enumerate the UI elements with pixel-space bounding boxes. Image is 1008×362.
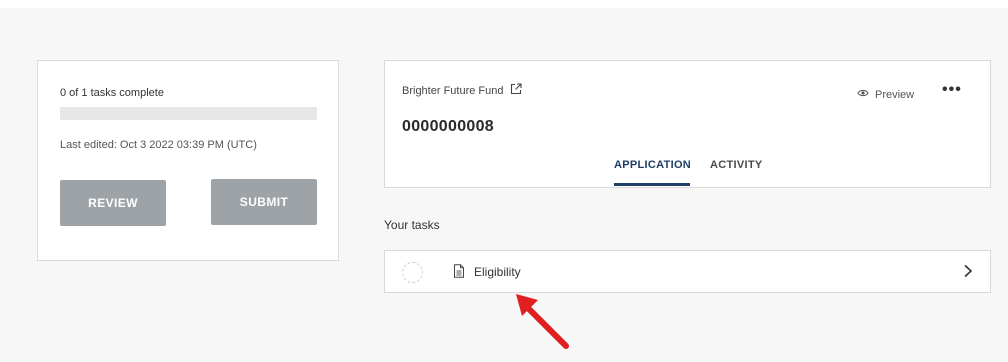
task-label: Eligibility [474,265,521,279]
eye-icon [857,88,869,101]
tasks-complete-text: 0 of 1 tasks complete [60,87,164,99]
task-summary-card: 0 of 1 tasks complete Last edited: Oct 3… [37,60,339,261]
preview-label: Preview [875,88,915,101]
annotation-arrow-icon [508,290,572,357]
last-edited-text: Last edited: Oct 3 2022 03:39 PM (UTC) [60,139,257,151]
fund-name-link[interactable]: Brighter Future Fund [402,83,522,98]
task-status-icon [402,262,423,283]
task-row-eligibility[interactable]: Eligibility [384,250,991,293]
tab-application[interactable]: APPLICATION [614,159,691,171]
fund-name-label: Brighter Future Fund [402,84,504,97]
active-tab-indicator [614,183,690,186]
top-strip [0,0,1008,8]
application-header-card: Brighter Future Fund 0000000008 Preview … [384,60,991,188]
review-button[interactable]: REVIEW [60,180,166,226]
submit-button[interactable]: SUBMIT [211,179,317,225]
chevron-right-icon [963,264,973,283]
progress-bar [60,107,317,120]
document-icon [453,264,465,283]
external-link-icon [510,83,522,98]
your-tasks-heading: Your tasks [384,218,440,232]
tab-activity[interactable]: ACTIVITY [710,159,763,171]
application-id: 0000000008 [402,118,494,135]
preview-button[interactable]: Preview [857,88,914,101]
more-options-button[interactable]: ••• [942,81,962,99]
